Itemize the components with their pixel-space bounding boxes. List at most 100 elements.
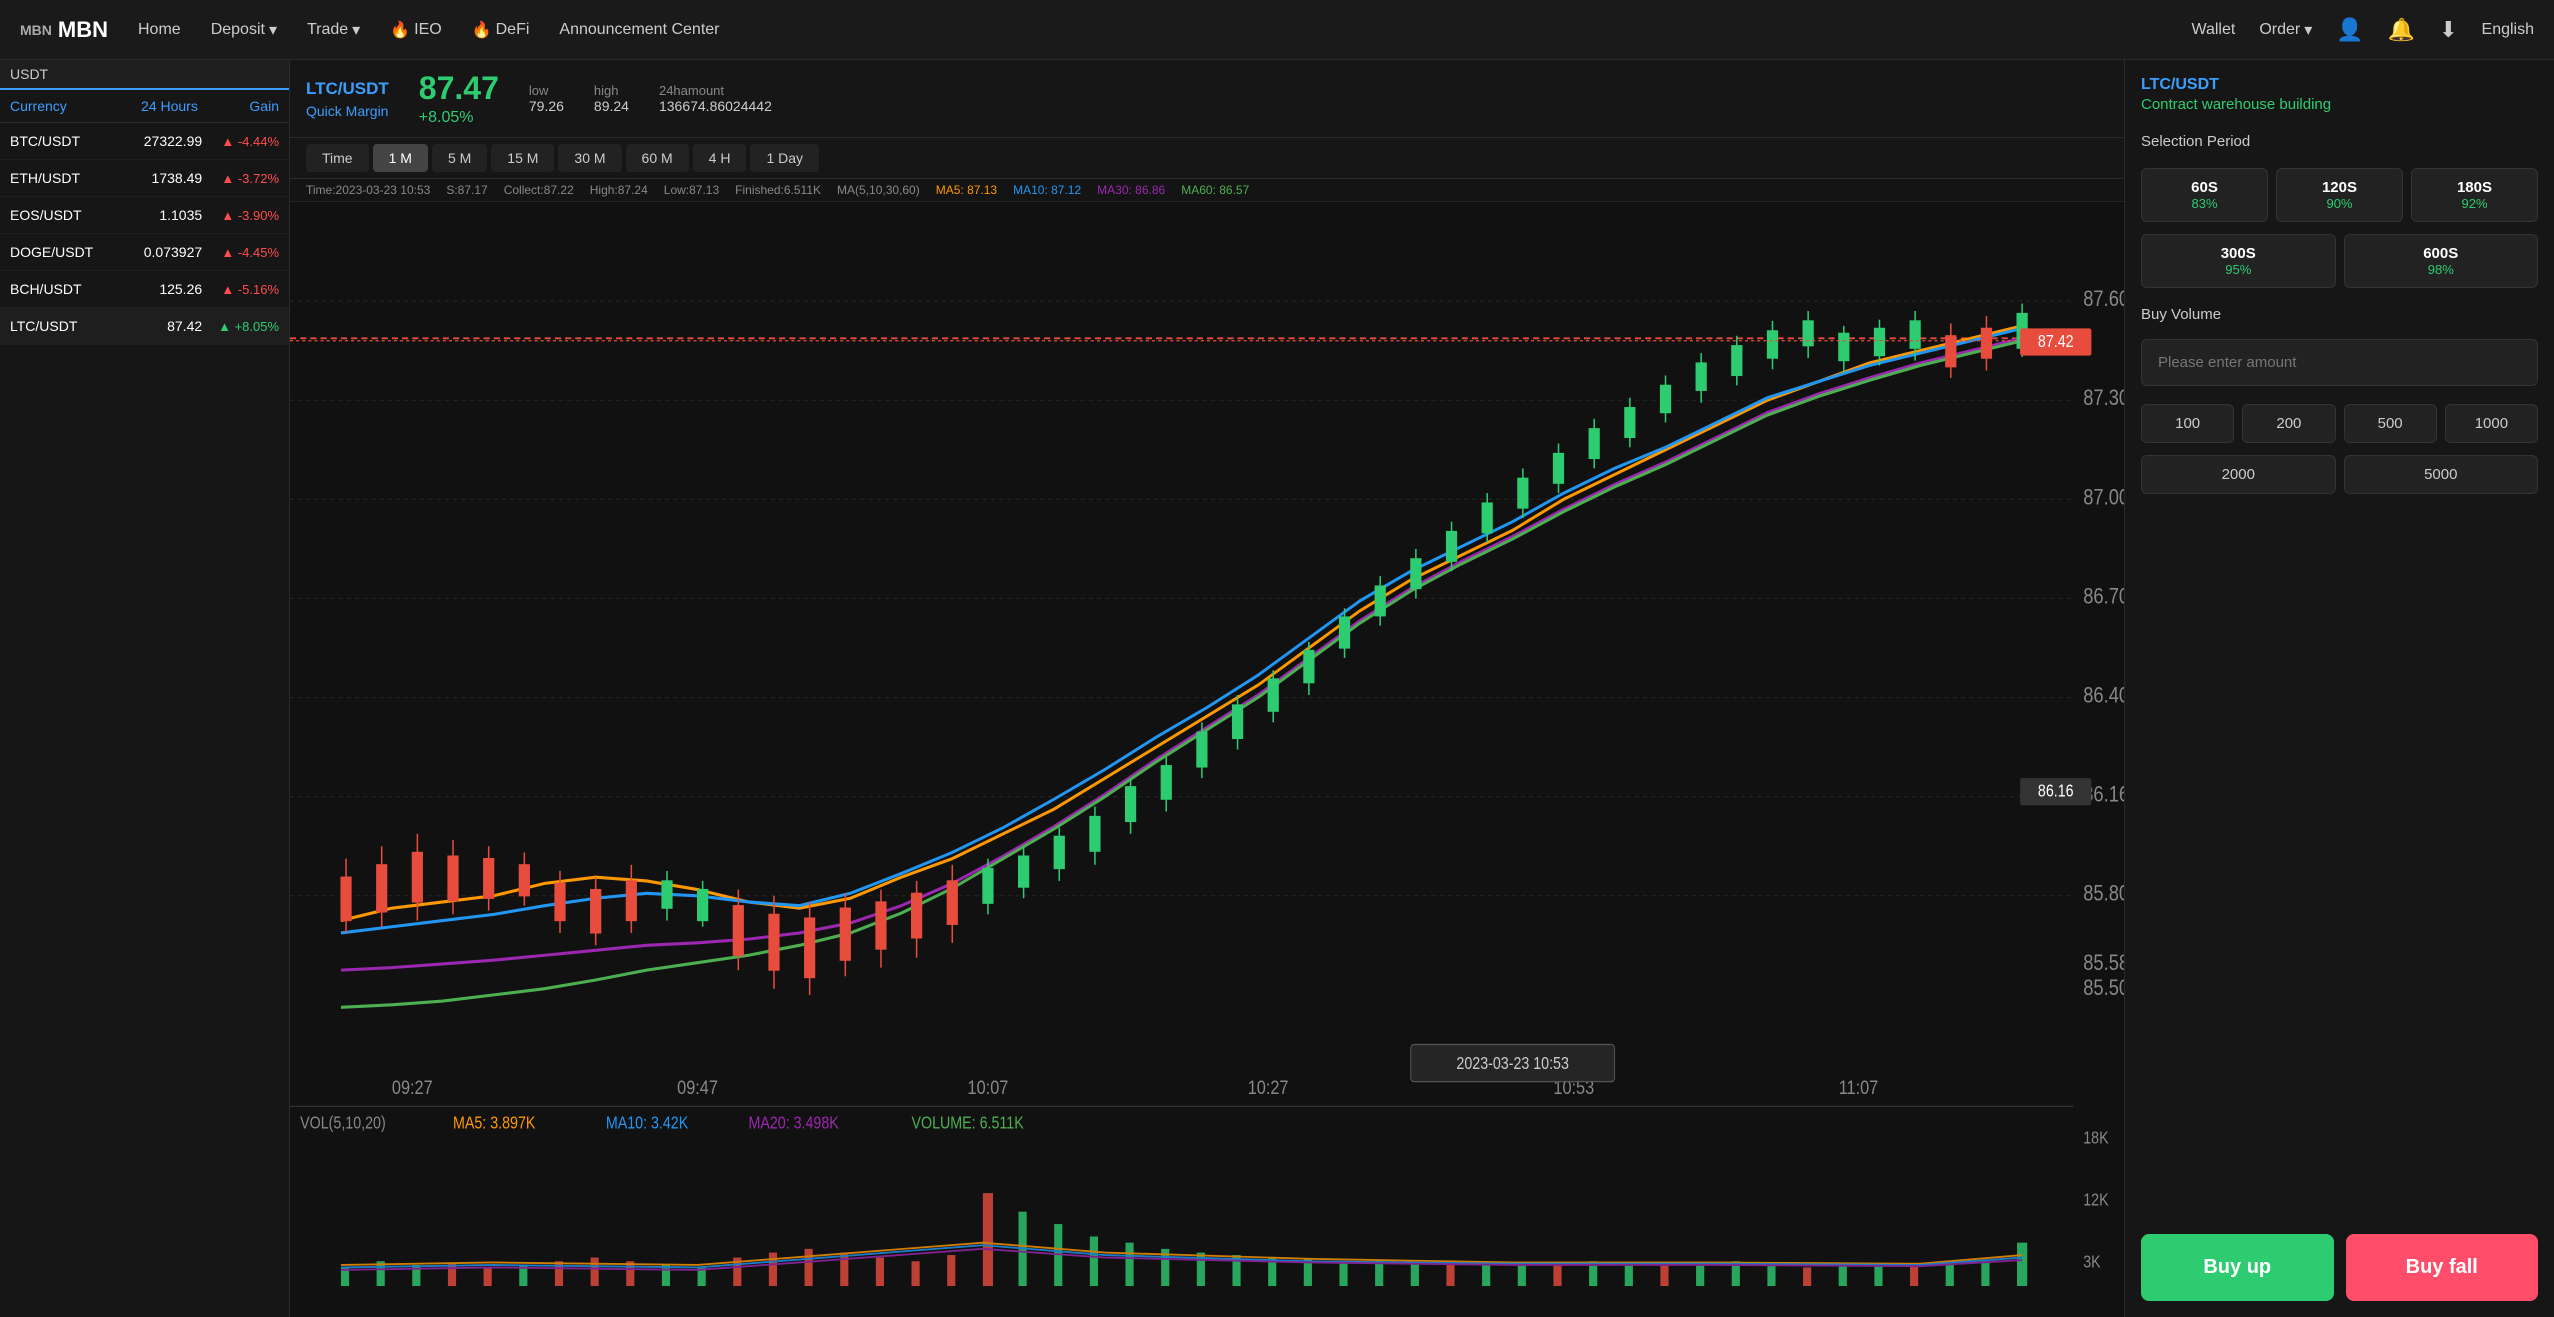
arrow-down-icon: ▲ bbox=[221, 245, 234, 260]
quick-amounts: 100 200 500 1000 bbox=[2141, 404, 2538, 443]
nav-trade[interactable]: Trade ▾ bbox=[307, 20, 360, 40]
ma10-info: MA10: 87.12 bbox=[1013, 183, 1081, 197]
15m-btn[interactable]: 15 M bbox=[491, 144, 554, 172]
amount-stat: 24hamount 136674.86024442 bbox=[659, 83, 772, 114]
gain-value: ▲ +8.05% bbox=[202, 319, 279, 334]
buy-up-button[interactable]: Buy up bbox=[2141, 1234, 2334, 1301]
time-btn[interactable]: Time bbox=[306, 144, 369, 172]
topnav: MBN MBN Home Deposit ▾ Trade ▾ 🔥 IEO 🔥 D… bbox=[0, 0, 2554, 60]
logo-prefix: MBN bbox=[20, 22, 52, 38]
gain-value: ▲ -3.72% bbox=[202, 171, 279, 186]
svg-text:18K: 18K bbox=[2083, 1129, 2109, 1148]
qa-500[interactable]: 500 bbox=[2344, 404, 2437, 443]
price-value: 27322.99 bbox=[106, 133, 202, 149]
pair-label: LTC/USDT bbox=[10, 318, 106, 334]
gain-value: ▲ -4.45% bbox=[202, 245, 279, 260]
pair-label: EOS/USDT bbox=[10, 207, 106, 223]
download-icon[interactable]: ⬇ bbox=[2439, 17, 2457, 43]
rp-subtitle: Contract warehouse building bbox=[2141, 96, 2538, 113]
ma30-info: MA30: 86.86 bbox=[1097, 183, 1165, 197]
quick-amounts-2: 2000 5000 bbox=[2141, 455, 2538, 494]
fire-icon: 🔥 bbox=[472, 20, 492, 40]
gain-value: ▲ -4.44% bbox=[202, 134, 279, 149]
period-180s[interactable]: 180S 92% bbox=[2411, 168, 2538, 222]
5m-btn[interactable]: 5 M bbox=[432, 144, 487, 172]
nav-ieo[interactable]: 🔥 IEO bbox=[390, 20, 441, 40]
period-300s[interactable]: 300S 95% bbox=[2141, 234, 2336, 288]
list-item[interactable]: ETH/USDT 1738.49 ▲ -3.72% bbox=[0, 160, 289, 197]
period-120s[interactable]: 120S 90% bbox=[2276, 168, 2403, 222]
chevron-down-icon: ▾ bbox=[269, 20, 277, 40]
selection-period-label: Selection Period bbox=[2141, 133, 2538, 150]
period-600s[interactable]: 600S 98% bbox=[2344, 234, 2539, 288]
svg-text:85.58: 85.58 bbox=[2083, 952, 2124, 976]
ma-label: MA(5,10,30,60) bbox=[837, 183, 920, 197]
list-item[interactable]: BCH/USDT 125.26 ▲ -5.16% bbox=[0, 271, 289, 308]
period-label: 600S bbox=[2345, 245, 2538, 262]
nav-announcement[interactable]: Announcement Center bbox=[559, 21, 719, 39]
period-60s[interactable]: 60S 83% bbox=[2141, 168, 2268, 222]
30m-btn[interactable]: 30 M bbox=[558, 144, 621, 172]
chart-svg: 87.60 87.30 87.00 86.70 86.40 86.16 85.8… bbox=[290, 202, 2124, 1317]
fire-icon: 🔥 bbox=[390, 20, 410, 40]
pair-label: BTC/USDT bbox=[10, 133, 106, 149]
pair-label: ETH/USDT bbox=[10, 170, 106, 186]
arrow-up-icon: ▲ bbox=[218, 319, 231, 334]
list-item[interactable]: LTC/USDT 87.42 ▲ +8.05% bbox=[0, 308, 289, 345]
main-layout: USDT Currency 24 Hours Gain BTC/USDT 273… bbox=[0, 60, 2554, 1317]
time-info: Time:2023-03-23 10:53 bbox=[306, 183, 430, 197]
svg-text:3K: 3K bbox=[2083, 1253, 2101, 1272]
qa-1000[interactable]: 1000 bbox=[2445, 404, 2538, 443]
60m-btn[interactable]: 60 M bbox=[626, 144, 689, 172]
4h-btn[interactable]: 4 H bbox=[693, 144, 747, 172]
right-panel: LTC/USDT Contract warehouse building Sel… bbox=[2124, 60, 2554, 1317]
qa-5000[interactable]: 5000 bbox=[2344, 455, 2539, 494]
chart-header: LTC/USDT Quick Margin 87.47 +8.05% low 7… bbox=[290, 60, 2124, 138]
price-value: 1738.49 bbox=[106, 170, 202, 186]
usdt-tab[interactable]: USDT bbox=[0, 60, 289, 90]
chart-pair: LTC/USDT bbox=[306, 79, 389, 99]
left-sidebar: USDT Currency 24 Hours Gain BTC/USDT 273… bbox=[0, 60, 290, 1317]
nav-wallet[interactable]: Wallet bbox=[2191, 21, 2235, 39]
svg-text:86.16: 86.16 bbox=[2038, 782, 2074, 801]
buy-fall-button[interactable]: Buy fall bbox=[2346, 1234, 2539, 1301]
amount-input[interactable] bbox=[2141, 339, 2538, 386]
gain-value: ▲ -5.16% bbox=[202, 282, 279, 297]
svg-text:87.30: 87.30 bbox=[2083, 387, 2124, 411]
svg-text:10:07: 10:07 bbox=[968, 1077, 1009, 1099]
chart-change: +8.05% bbox=[419, 109, 499, 127]
rp-pair: LTC/USDT bbox=[2141, 76, 2538, 94]
svg-text:VOLUME: 6.511K: VOLUME: 6.511K bbox=[912, 1114, 1025, 1133]
price-value: 87.42 bbox=[106, 318, 202, 334]
period-pct: 90% bbox=[2277, 196, 2402, 211]
svg-text:85.50: 85.50 bbox=[2083, 976, 2124, 1000]
action-buttons: Buy up Buy fall bbox=[2141, 1222, 2538, 1301]
ma5-info: MA5: 87.13 bbox=[936, 183, 997, 197]
bell-icon[interactable]: 🔔 bbox=[2388, 17, 2415, 43]
arrow-down-icon: ▲ bbox=[221, 134, 234, 149]
price-value: 0.073927 bbox=[106, 244, 202, 260]
list-item[interactable]: BTC/USDT 27322.99 ▲ -4.44% bbox=[0, 123, 289, 160]
list-item[interactable]: EOS/USDT 1.1035 ▲ -3.90% bbox=[0, 197, 289, 234]
nav-language[interactable]: English bbox=[2482, 21, 2534, 39]
nav-home[interactable]: Home bbox=[138, 21, 181, 39]
nav-deposit[interactable]: Deposit ▾ bbox=[211, 20, 277, 40]
qa-2000[interactable]: 2000 bbox=[2141, 455, 2336, 494]
user-icon[interactable]: 👤 bbox=[2336, 17, 2363, 43]
nav-defi[interactable]: 🔥 DeFi bbox=[472, 20, 530, 40]
period-label: 60S bbox=[2142, 179, 2267, 196]
list-item[interactable]: DOGE/USDT 0.073927 ▲ -4.45% bbox=[0, 234, 289, 271]
chart-controls: Time 1 M 5 M 15 M 30 M 60 M 4 H 1 Day bbox=[290, 138, 2124, 179]
arrow-down-icon: ▲ bbox=[221, 282, 234, 297]
1m-btn[interactable]: 1 M bbox=[373, 144, 428, 172]
finished-info: Finished:6.511K bbox=[735, 183, 821, 197]
qa-100[interactable]: 100 bbox=[2141, 404, 2234, 443]
period-label: 180S bbox=[2412, 179, 2537, 196]
period-pct: 98% bbox=[2345, 262, 2538, 277]
svg-text:MA10: 3.42K: MA10: 3.42K bbox=[606, 1114, 689, 1133]
nav-order[interactable]: Order ▾ bbox=[2259, 20, 2312, 40]
chart-container: 87.60 87.30 87.00 86.70 86.40 86.16 85.8… bbox=[290, 202, 2124, 1317]
qa-200[interactable]: 200 bbox=[2242, 404, 2335, 443]
logo-text: MBN bbox=[58, 17, 108, 43]
1d-btn[interactable]: 1 Day bbox=[750, 144, 819, 172]
